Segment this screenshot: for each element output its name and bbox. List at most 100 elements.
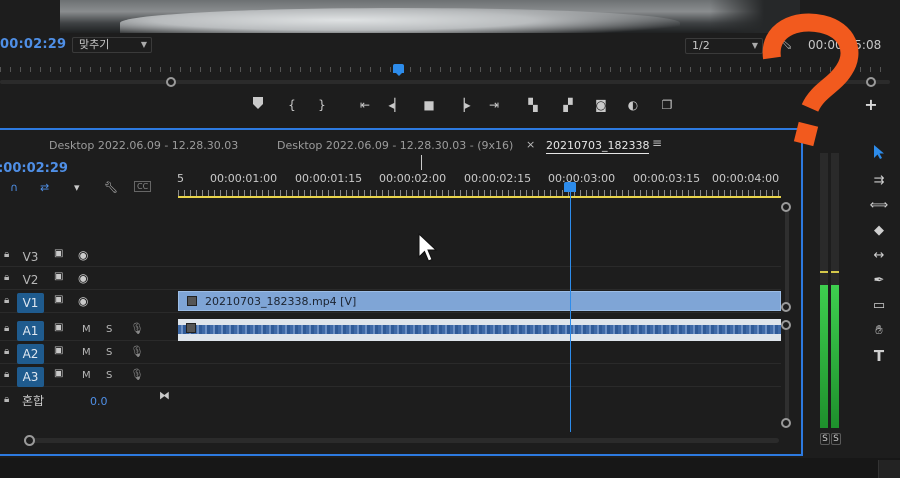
clip-fx-icon [187,296,197,306]
track-select-tool-icon[interactable]: ⇉ [867,170,891,192]
track-header-v2: 🔒︎ V2 ▣ ◉ [0,268,178,290]
mark-in-button[interactable]: { [281,96,303,114]
work-area-bar[interactable] [178,196,781,198]
lock-icon[interactable]: 🔒︎ [4,295,9,306]
sync-lock-icon[interactable]: ▣ [54,322,63,333]
sync-lock-icon[interactable]: ▣ [54,271,63,282]
sync-lock-icon[interactable]: ▣ [54,345,63,356]
go-to-end-icon[interactable]: ⧓ [159,389,170,402]
sync-lock-icon[interactable]: ▣ [54,368,63,379]
track-row-v3: 🔒︎ V3 ▣ ◉ [0,245,781,267]
scrollbar-handle-bottom[interactable] [781,302,791,312]
lock-icon[interactable]: 🔒︎ [4,346,9,357]
camera-icon[interactable]: ◙ [590,96,612,114]
meter-fill-left [820,285,828,428]
eye-icon[interactable]: ◉ [78,294,88,308]
video-tracks-scrollbar[interactable] [785,208,789,304]
step-forward-button[interactable]: ▕▸ [452,96,474,114]
ripple-edit-tool-icon[interactable]: ⟺ [867,195,891,217]
track-name-a1[interactable]: A1 [17,321,44,341]
step-back-button[interactable]: ◂▏ [385,96,407,114]
sync-lock-icon[interactable]: ▣ [54,248,63,259]
track-name-v1[interactable]: V1 [17,293,44,313]
mute-button[interactable]: M [82,324,91,335]
track-header-a2: 🔒︎ A2 ▣ M S 🎙︎ [0,342,178,364]
ruler-label: 00:00:01:00 [210,172,278,185]
sync-lock-icon[interactable]: ▣ [54,294,63,305]
solo-right-button[interactable]: S [831,433,841,445]
scrollbar-handle-top[interactable] [781,202,791,212]
mute-button[interactable]: M [82,347,91,358]
pen-tool-icon[interactable]: ✒ [867,270,891,292]
audio-clip[interactable] [178,319,781,341]
tab-sequence-active[interactable]: 20210703_182338 [546,139,650,154]
audio-meter-left [820,153,828,428]
track-header-a1: 🔒︎ A1 ▣ M S 🎙︎ [0,319,178,341]
overlay-button[interactable]: ❐ [656,96,678,114]
video-preview[interactable] [60,0,800,33]
zoom-fit-select[interactable]: 맞추기 ▼ [72,37,152,53]
monitor-playhead[interactable] [393,64,404,76]
solo-button[interactable]: S [106,347,112,358]
rectangle-tool-icon[interactable]: ▭ [867,295,891,317]
solo-button[interactable]: S [106,324,112,335]
lift-button[interactable]: ▚ [522,96,544,114]
slip-tool-icon[interactable]: ↔ [867,245,891,267]
lock-icon[interactable]: 🔒︎ [4,323,9,334]
scrollbar-handle-left[interactable] [24,435,35,446]
eye-icon[interactable]: ◉ [78,271,88,285]
comparison-view-button[interactable]: ◐ [622,96,644,114]
track-row-v2: 🔒︎ V2 ▣ ◉ [0,268,781,290]
timeline-horizontal-scrollbar[interactable] [31,438,779,443]
mark-out-button[interactable]: } [311,96,333,114]
close-icon[interactable]: × [526,138,535,151]
track-name-a3[interactable]: A3 [17,367,44,387]
selection-tool-icon[interactable] [867,144,891,166]
scrollbar-handle-bottom[interactable] [781,418,791,428]
track-name-v3[interactable]: V3 [17,247,44,267]
go-to-in-button[interactable]: ⇤ [354,96,376,114]
type-tool-icon[interactable]: T [867,345,891,367]
timeline-playhead[interactable] [564,182,576,192]
clip-fx-icon [186,323,196,333]
scrollbar-handle-top[interactable] [781,320,791,330]
lock-icon[interactable]: 🔒︎ [4,249,9,260]
captions-icon[interactable]: CC [134,181,152,192]
ruler-label: 00:00:02:00 [379,172,447,185]
tab-sequence-desktop-9x16[interactable]: Desktop 2022.06.09 - 12.28.30.03 - (9x16… [277,139,513,152]
ruler-label: 00:00:02:15 [464,172,532,185]
go-to-out-button[interactable]: ⇥ [483,96,505,114]
razor-tool-icon[interactable]: ◆ [867,220,891,242]
video-clip[interactable]: 20210703_182338.mp4 [V] [178,291,781,311]
timeline-ruler[interactable]: 5 00:00:01:00 00:00:01:15 00:00:02:00 00… [177,160,781,198]
wrench-icon[interactable]: 🔧︎ [104,181,118,194]
microphone-icon[interactable]: 🎙︎ [130,345,144,358]
track-header-a3: 🔒︎ A3 ▣ M S 🎙︎ [0,365,178,387]
solo-button[interactable]: S [106,370,112,381]
solo-left-button[interactable]: S [820,433,830,445]
ruler-label: 00:00:04:00 [712,172,780,185]
microphone-icon[interactable]: 🎙︎ [130,368,144,381]
mix-volume-value[interactable]: 0.0 [90,395,108,408]
add-marker-button[interactable] [247,96,269,114]
audio-tracks-scrollbar[interactable] [785,326,789,424]
add-marker-icon[interactable]: ▾ [74,181,80,194]
linked-selection-icon[interactable]: ⇄ [40,181,49,194]
scrollbar-handle-left[interactable] [166,77,176,87]
lock-icon[interactable]: 🔒︎ [4,272,9,283]
mute-button[interactable]: M [82,370,91,381]
stop-button[interactable]: ■ [418,96,440,114]
track-name-v2[interactable]: V2 [17,270,44,290]
lock-icon[interactable]: 🔒︎ [4,394,9,405]
eye-icon[interactable]: ◉ [78,248,88,262]
timeline-timecode[interactable]: 00:00:02:29 [0,161,68,176]
lock-icon[interactable]: 🔒︎ [4,369,9,380]
snap-icon[interactable]: ∩ [10,181,18,194]
tab-sequence-desktop[interactable]: Desktop 2022.06.09 - 12.28.30.03 [49,139,238,152]
hand-tool-icon[interactable]: ✋︎ [867,320,891,342]
microphone-icon[interactable]: 🎙︎ [130,322,144,335]
monitor-timecode[interactable]: 00:02:29 [0,37,66,52]
track-name-a2[interactable]: A2 [17,344,44,364]
menu-icon[interactable]: ≡ [652,136,662,150]
extract-button[interactable]: ▞ [557,96,579,114]
